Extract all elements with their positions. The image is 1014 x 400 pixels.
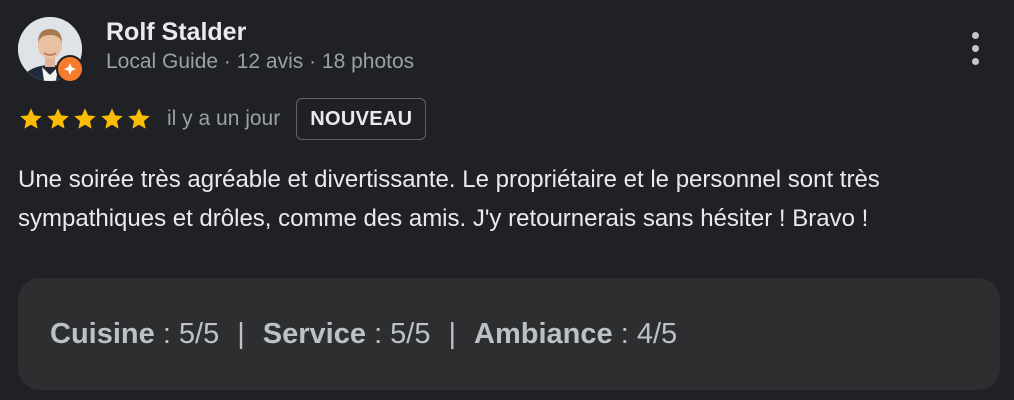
star-icon — [74, 108, 96, 129]
author-meta: Local Guide · 12 avis · 18 photos — [106, 50, 415, 73]
sub-rating-value: : 5/5 — [374, 317, 431, 350]
sub-rating-value: : 5/5 — [162, 317, 220, 350]
star-icon — [128, 108, 150, 129]
new-badge: NOUVEAU — [296, 98, 427, 140]
author-info: Rolf Stalder Local Guide · 12 avis · 18 … — [106, 16, 414, 76]
author-avatar[interactable] — [18, 17, 84, 83]
sub-rating-service: Service : 5/5 — [263, 318, 431, 351]
sub-rating-cuisine: Cuisine : 5/5 — [50, 318, 219, 351]
sub-rating-label: Ambiance — [474, 317, 613, 350]
review-text: Une soirée très agréable et divertissant… — [18, 166, 880, 232]
more-vertical-icon-dot — [971, 44, 979, 52]
sub-rating-value: : 4/5 — [620, 317, 678, 350]
separator: | — [237, 317, 245, 350]
sub-ratings-box: Cuisine : 5/5 | Service : 5/5 | Ambiance… — [18, 278, 1000, 390]
review-header: Rolf Stalder Local Guide · 12 avis · 18 … — [18, 16, 414, 83]
review-time: il y a un jour — [167, 107, 281, 130]
star-icon — [47, 108, 69, 129]
sub-rating-label: Service — [262, 317, 366, 350]
more-vertical-icon-dot — [971, 57, 979, 65]
more-vertical-icon — [971, 31, 979, 39]
sub-rating-ambiance: Ambiance : 4/5 — [474, 318, 677, 351]
rating-row: il y a un jour NOUVEAU — [18, 97, 427, 141]
separator: | — [448, 317, 457, 350]
local-guide-badge-icon — [56, 55, 84, 83]
author-name[interactable]: Rolf Stalder — [106, 16, 414, 48]
more-options-button[interactable] — [962, 28, 988, 68]
star-icon — [101, 108, 123, 129]
star-rating — [18, 106, 152, 132]
star-icon — [20, 108, 42, 129]
review-card: Rolf Stalder Local Guide · 12 avis · 18 … — [0, 0, 1014, 400]
sub-rating-label: Cuisine — [50, 317, 155, 350]
